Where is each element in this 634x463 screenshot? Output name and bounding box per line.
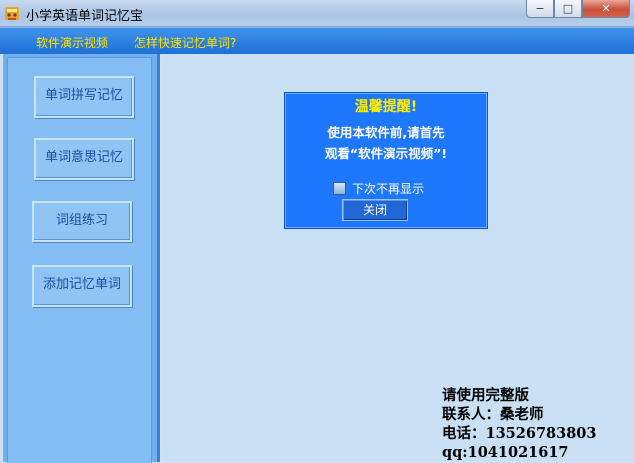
menu-bar: 软件演示视频 怎样快速记忆单词? (0, 27, 634, 54)
add-words-button[interactable]: 添加记忆单词 (32, 265, 132, 307)
minimize-button[interactable]: − (526, 0, 554, 18)
title-bar: 小学英语单词记忆宝 − □ ✕ (0, 0, 634, 27)
maximize-button[interactable]: □ (554, 0, 582, 18)
app-icon (5, 7, 19, 20)
meaning-memory-button[interactable]: 单词意思记忆 (34, 138, 134, 180)
close-window-button[interactable]: ✕ (582, 0, 630, 18)
dialog-message: 使用本软件前,请首先 观看“软件演示视频”! (295, 122, 477, 164)
contact-qq: qq:1041021617 (442, 444, 569, 461)
menu-item-demo-video[interactable]: 软件演示视频 (36, 34, 108, 51)
phrase-practice-button[interactable]: 词组练习 (32, 201, 132, 242)
dont-show-again-checkbox[interactable] (333, 182, 346, 195)
spelling-memory-button[interactable]: 单词拼写记忆 (34, 76, 134, 118)
window-controls: − □ ✕ (526, 0, 630, 18)
dialog-title: 温馨提醒! (354, 99, 418, 115)
menu-item-memorize-tips[interactable]: 怎样快速记忆单词? (134, 34, 236, 51)
reminder-dialog: 温馨提醒! 使用本软件前,请首先 观看“软件演示视频”! 下次不再显示 关闭 (284, 92, 488, 229)
dont-show-again-label: 下次不再显示 (352, 182, 425, 196)
contact-info: 请使用完整版 联系人：桑老师 电话：13526783803 qq:1041021… (442, 386, 596, 462)
contact-person: 联系人：桑老师 (442, 406, 544, 423)
dialog-message-line1: 使用本软件前,请首先 (327, 125, 445, 140)
contact-phone: 电话：13526783803 (442, 425, 597, 442)
dialog-message-line2: 观看“软件演示视频”! (324, 146, 448, 161)
window-title: 小学英语单词记忆宝 (26, 9, 144, 24)
dialog-close-button[interactable]: 关闭 (342, 199, 408, 221)
full-version-notice: 请使用完整版 (442, 387, 529, 404)
dont-show-again-option[interactable]: 下次不再显示 (333, 180, 424, 197)
